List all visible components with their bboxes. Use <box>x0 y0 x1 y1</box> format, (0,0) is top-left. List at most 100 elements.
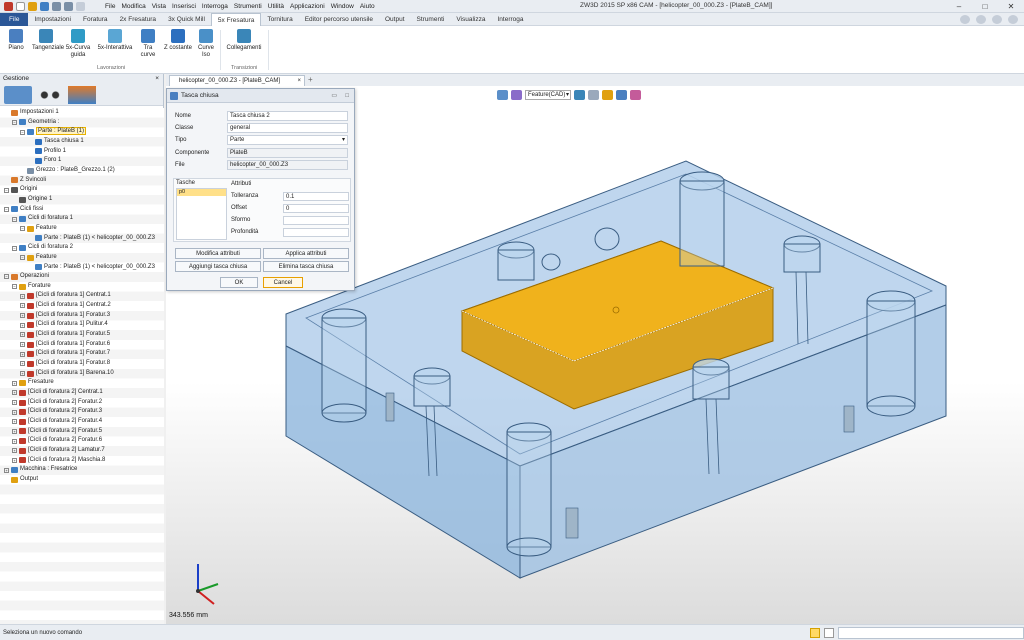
expand-icon[interactable]: + <box>20 371 25 377</box>
render-mode-icon[interactable] <box>588 89 599 100</box>
tree-item[interactable]: − Cicli fissi <box>0 205 164 215</box>
z-costante-button[interactable]: Z costante <box>162 29 194 52</box>
tab-5x-fresatura[interactable]: 5x Fresatura <box>210 13 262 27</box>
tab-foratura[interactable]: Foratura <box>77 13 114 27</box>
view-tab-icon[interactable] <box>36 86 64 104</box>
menu-inserisci[interactable]: Inserisci <box>169 1 199 13</box>
tree-item[interactable]: Tasca chiusa 1 <box>0 137 164 147</box>
menu-window[interactable]: Window <box>328 1 357 13</box>
tree-item[interactable]: Parte : PlateB (1) < helicopter_00_000.Z… <box>0 263 164 273</box>
save-icon[interactable] <box>40 2 49 11</box>
open-file-icon[interactable] <box>28 2 37 11</box>
tasche-list[interactable]: p0 <box>176 188 227 240</box>
modifica-attributi-button[interactable]: Modifica attributi <box>175 248 261 259</box>
interattiva-button[interactable]: 5x-Interattiva <box>97 29 133 52</box>
tree-item[interactable]: + [Cicli di foratura 1] Barena.10 <box>0 369 164 379</box>
collapse-icon[interactable]: − <box>4 187 9 193</box>
expand-icon[interactable]: + <box>12 438 17 444</box>
redo-icon[interactable] <box>64 2 73 11</box>
tree-item[interactable]: − Origini <box>0 185 164 195</box>
collapse-icon[interactable]: − <box>20 129 25 135</box>
tree-item[interactable]: Foro 1 <box>0 156 164 166</box>
expand-icon[interactable]: + <box>20 332 25 338</box>
menu-utilit-[interactable]: Utilità <box>265 1 287 13</box>
grid-toggle-icon[interactable] <box>824 628 834 638</box>
tree-item[interactable]: + [Cicli di foratura 2] Foratur.6 <box>0 436 164 446</box>
sformo-input[interactable] <box>283 216 349 225</box>
tab-editor-percorso-utensile[interactable]: Editor percorso utensile <box>299 13 379 27</box>
expand-icon[interactable]: + <box>12 400 17 406</box>
tree-item[interactable]: + [Cicli di foratura 2] Foratur.2 <box>0 398 164 408</box>
tree-item[interactable]: + [Cicli di foratura 2] Maschia.8 <box>0 456 164 466</box>
document-tab[interactable]: helicopter_00_000.Z3 - [PlateB_CAM] × <box>169 75 305 86</box>
tree-item[interactable]: Grezzo : PlateB_Grezzo.1 (2) <box>0 166 164 176</box>
tree-item[interactable]: + [Cicli di foratura 1] Foratur.7 <box>0 349 164 359</box>
snap-icon[interactable] <box>497 89 508 100</box>
pin-icon[interactable]: ▭ <box>331 89 337 103</box>
expand-icon[interactable]: + <box>20 351 25 357</box>
expand-icon[interactable]: + <box>20 322 25 328</box>
menu-interroga[interactable]: Interroga <box>199 1 231 13</box>
filter-toggle-icon[interactable] <box>810 628 820 638</box>
tree-item[interactable]: − Parte : PlateB (1) <box>0 127 164 137</box>
close-tab-icon[interactable]: × <box>297 76 301 86</box>
tree-item[interactable]: − Operazioni <box>0 272 164 282</box>
expand-icon[interactable]: + <box>20 361 25 367</box>
tree-item[interactable]: − Forature <box>0 282 164 292</box>
offset-input[interactable]: 0 <box>283 204 349 213</box>
aggiungi-tasca-button[interactable]: Aggiungi tasca chiusa <box>175 261 261 272</box>
expand-icon[interactable]: + <box>4 467 9 473</box>
piano-button[interactable]: Piano <box>2 29 30 52</box>
tra-curve-button[interactable]: Tra curve <box>136 29 160 59</box>
tree-item[interactable]: + [Cicli di foratura 1] Foratur.5 <box>0 330 164 340</box>
tab-3x-quick-mill[interactable]: 3x Quick Mill <box>162 13 211 27</box>
tree-item[interactable]: Output <box>0 475 164 485</box>
material-tab-icon[interactable] <box>68 86 96 104</box>
chevron-down-icon[interactable] <box>76 2 85 11</box>
expand-icon[interactable]: + <box>12 428 17 434</box>
tree-item[interactable]: Impostazioni 1 <box>0 108 164 118</box>
tree-item[interactable]: + [Cicli di foratura 1] Pulitur.4 <box>0 320 164 330</box>
ok-button[interactable]: OK <box>220 277 258 288</box>
view-cube-icon[interactable] <box>574 89 585 100</box>
expand-icon[interactable]: + <box>12 390 17 396</box>
expand-icon[interactable]: + <box>12 457 17 463</box>
menu-file[interactable]: File <box>102 1 118 13</box>
collapse-icon[interactable]: − <box>4 274 9 280</box>
tree-item[interactable]: + [Cicli di foratura 1] Centrat.1 <box>0 291 164 301</box>
tolleranza-input[interactable]: 0.1 <box>283 192 349 201</box>
new-file-icon[interactable] <box>16 2 25 11</box>
tree-item[interactable]: + Macchina : Fresatrice <box>0 465 164 475</box>
curve-iso-button[interactable]: Curve Iso <box>196 29 216 59</box>
tree-item[interactable]: + [Cicli di foratura 2] Centrat.1 <box>0 388 164 398</box>
tab-tornitura[interactable]: Tornitura <box>261 13 298 27</box>
tab-strumenti[interactable]: Strumenti <box>411 13 451 27</box>
expand-icon[interactable]: + <box>20 313 25 319</box>
collapse-icon[interactable]: − <box>12 245 17 251</box>
menu-vista[interactable]: Vista <box>149 1 169 13</box>
feature-filter-select[interactable]: Feature(CAD) <box>525 89 571 100</box>
collapse-icon[interactable]: − <box>12 216 17 222</box>
menu-applicazioni[interactable]: Applicazioni <box>287 1 328 13</box>
tree-item[interactable]: + [Cicli di foratura 1] Centrat.2 <box>0 301 164 311</box>
expand-icon[interactable]: + <box>12 380 17 386</box>
command-input[interactable] <box>838 627 1024 639</box>
tab-visualizza[interactable]: Visualizza <box>450 13 491 27</box>
tree-item[interactable]: Profilo 1 <box>0 147 164 157</box>
collapse-icon[interactable]: − <box>12 284 17 290</box>
material-icon[interactable] <box>602 89 613 100</box>
expand-icon[interactable]: + <box>12 419 17 425</box>
expand-icon[interactable]: + <box>20 293 25 299</box>
tree-item[interactable]: + [Cicli di foratura 1] Foratur.6 <box>0 340 164 350</box>
collapse-icon[interactable]: − <box>12 119 17 125</box>
close-icon[interactable]: ✕ <box>998 0 1024 13</box>
tab-interroga[interactable]: Interroga <box>492 13 530 27</box>
tree-item[interactable]: − Feature <box>0 253 164 263</box>
list-item[interactable]: p0 <box>177 189 226 196</box>
undo-icon[interactable] <box>52 2 61 11</box>
curva-guida-button[interactable]: 5x-Curva guida <box>64 29 92 59</box>
classe-input[interactable]: general <box>227 123 348 133</box>
tree-item[interactable]: Origine 1 <box>0 195 164 205</box>
home-icon[interactable] <box>960 15 970 24</box>
tree-item[interactable]: + Fresature <box>0 378 164 388</box>
